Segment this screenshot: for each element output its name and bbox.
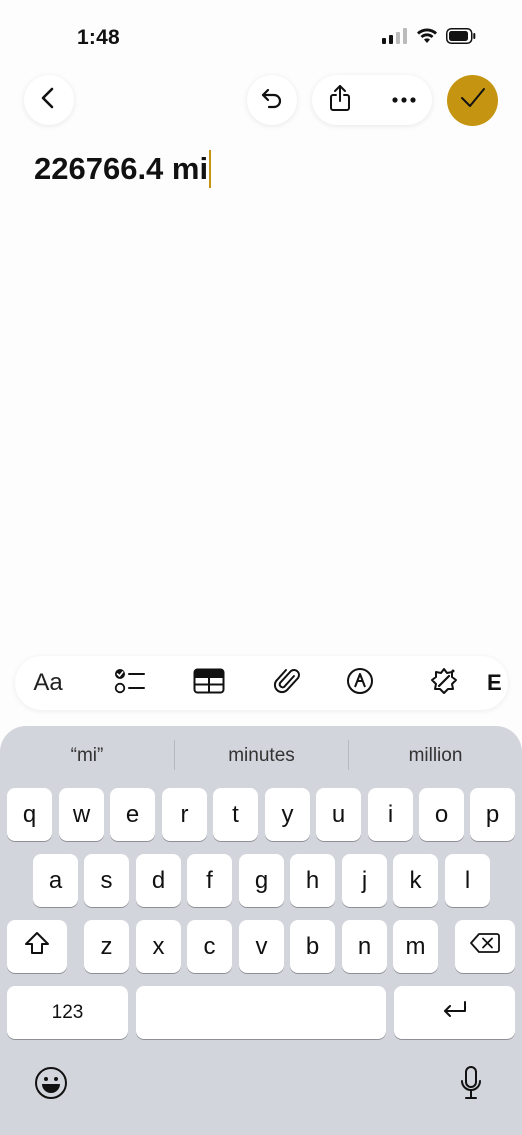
writing-tools-button[interactable] — [419, 656, 469, 710]
chevron-left-icon — [39, 86, 59, 115]
key-w[interactable]: w — [59, 788, 104, 841]
text-format-button[interactable]: Aa — [23, 656, 73, 710]
dictation-button[interactable] — [446, 1061, 496, 1111]
suggestion-3[interactable]: million — [349, 741, 522, 771]
numbers-key[interactable]: 123 — [7, 986, 128, 1039]
close-toolbar-button[interactable]: E — [487, 656, 508, 710]
text-cursor — [209, 150, 212, 188]
more-button[interactable] — [376, 75, 432, 125]
key-j[interactable]: j — [342, 854, 387, 907]
note-text: 226766.4 mi — [34, 151, 209, 186]
status-time: 1:48 — [77, 26, 120, 49]
return-icon — [441, 999, 469, 1027]
battery-icon — [446, 28, 476, 49]
key-r[interactable]: r — [162, 788, 207, 841]
space-key[interactable] — [136, 986, 386, 1039]
key-x[interactable]: x — [136, 920, 181, 973]
key-i[interactable]: i — [368, 788, 413, 841]
key-a[interactable]: a — [33, 854, 78, 907]
more-tools-icon: E — [487, 670, 502, 695]
microphone-icon — [459, 1065, 483, 1108]
delete-key[interactable] — [455, 920, 515, 973]
back-button[interactable] — [24, 75, 74, 125]
undo-button[interactable] — [247, 75, 297, 125]
share-button[interactable] — [312, 75, 368, 125]
checkmark-icon — [460, 87, 486, 114]
key-k[interactable]: k — [393, 854, 438, 907]
table-button[interactable] — [184, 656, 234, 710]
checklist-icon — [114, 667, 146, 700]
text-format-label: Aa — [33, 669, 63, 696]
key-z[interactable]: z — [84, 920, 129, 973]
key-m[interactable]: m — [393, 920, 438, 973]
key-d[interactable]: d — [136, 854, 181, 907]
status-bar: 1:48 — [0, 0, 522, 76]
key-q[interactable]: q — [7, 788, 52, 841]
key-v[interactable]: v — [239, 920, 284, 973]
note-body[interactable]: 226766.4 mi — [34, 150, 212, 188]
checklist-button[interactable] — [105, 656, 155, 710]
key-f[interactable]: f — [187, 854, 232, 907]
attachment-button[interactable] — [262, 656, 312, 710]
ellipsis-icon — [391, 91, 417, 109]
key-h[interactable]: h — [290, 854, 335, 907]
suggestion-1[interactable]: “mi” — [0, 741, 174, 771]
formatting-toolbar: Aa E — [15, 656, 508, 710]
key-b[interactable]: b — [290, 920, 335, 973]
key-t[interactable]: t — [213, 788, 258, 841]
backspace-icon — [470, 932, 500, 961]
keyboard: “mi” minutes million q w e r t y u i o p… — [0, 726, 522, 1135]
key-n[interactable]: n — [342, 920, 387, 973]
done-button[interactable] — [447, 75, 498, 126]
suggestion-2[interactable]: minutes — [175, 741, 348, 771]
key-l[interactable]: l — [445, 854, 490, 907]
markup-button[interactable] — [335, 656, 385, 710]
cellular-signal-icon — [382, 28, 408, 49]
markup-pen-icon — [346, 667, 374, 700]
table-icon — [193, 668, 225, 699]
key-g[interactable]: g — [239, 854, 284, 907]
key-s[interactable]: s — [84, 854, 129, 907]
key-u[interactable]: u — [316, 788, 361, 841]
paperclip-icon — [273, 666, 301, 701]
writing-tools-icon — [429, 666, 459, 701]
key-y[interactable]: y — [265, 788, 310, 841]
undo-icon — [259, 86, 285, 115]
key-p[interactable]: p — [470, 788, 515, 841]
key-c[interactable]: c — [187, 920, 232, 973]
key-o[interactable]: o — [419, 788, 464, 841]
return-key[interactable] — [394, 986, 515, 1039]
emoji-icon — [34, 1066, 68, 1107]
shift-icon — [24, 931, 50, 962]
actions-pill — [312, 75, 432, 125]
key-e[interactable]: e — [110, 788, 155, 841]
shift-key[interactable] — [7, 920, 67, 973]
share-icon — [328, 84, 352, 117]
emoji-button[interactable] — [26, 1061, 76, 1111]
wifi-icon — [416, 28, 438, 49]
